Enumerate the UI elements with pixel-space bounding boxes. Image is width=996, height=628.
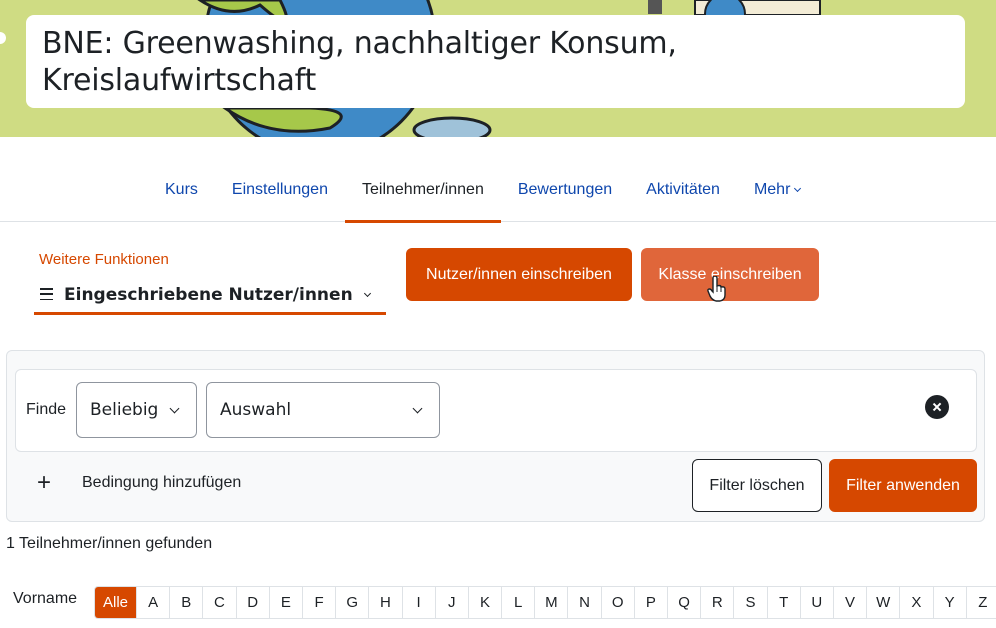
chevron-down-icon: [412, 403, 423, 414]
nav-item-label: Einstellungen: [231, 181, 328, 198]
filter-row: Finde Beliebig Auswahl: [15, 369, 977, 452]
initial-k[interactable]: K: [467, 587, 501, 618]
initial-a[interactable]: A: [136, 587, 169, 618]
initial-c[interactable]: C: [202, 587, 235, 618]
nav-item-label: Bewertungen: [517, 181, 613, 198]
nav-item-settings[interactable]: Einstellungen: [215, 167, 345, 222]
nav-item-label: Aktivitäten: [646, 181, 720, 198]
initial-d[interactable]: D: [235, 587, 269, 618]
initial-s[interactable]: S: [733, 587, 766, 618]
hand-pointer-icon: [707, 276, 726, 302]
chevron-down-icon: [169, 403, 180, 414]
nav-item-grades[interactable]: Bewertungen: [501, 167, 629, 222]
initial-l[interactable]: L: [501, 587, 534, 618]
initial-w[interactable]: W: [866, 587, 899, 618]
course-header-banner: BNE: Greenwashing, nachhaltiger Konsum, …: [0, 0, 996, 137]
match-type-select[interactable]: Beliebig: [76, 382, 197, 438]
initial-h[interactable]: H: [368, 587, 401, 618]
initials-bar-label: Vorname: [13, 590, 78, 607]
clear-filters-button[interactable]: Filter löschen: [692, 459, 822, 512]
course-title-box: BNE: Greenwashing, nachhaltiger Konsum, …: [26, 15, 965, 108]
chevron-down-icon: [794, 184, 802, 193]
nav-item-label: Mehr: [753, 181, 791, 198]
initial-y[interactable]: Y: [932, 587, 966, 618]
participants-page-select[interactable]: Eingeschriebene Nutzer/innen: [34, 280, 386, 315]
nav-item-course[interactable]: Kurs: [148, 167, 215, 222]
initial-q[interactable]: Q: [667, 587, 700, 618]
initial-i[interactable]: I: [401, 587, 435, 618]
nav-item-label: Teilnehmer/innen: [361, 181, 484, 198]
enrol-cohort-button[interactable]: Klasse einschreiben: [641, 248, 819, 301]
initial-v[interactable]: V: [832, 587, 866, 618]
initial-t[interactable]: T: [766, 587, 800, 618]
initial-b[interactable]: B: [169, 587, 202, 618]
menu-icon: [40, 288, 53, 300]
initial-u[interactable]: U: [799, 587, 833, 618]
page-title: BNE: Greenwashing, nachhaltiger Konsum, …: [42, 26, 677, 98]
initials-bar: Alle A B C D E F G H I J K L M N O P Q R S T U V W X Y Z: [94, 586, 996, 619]
remove-row-close-icon[interactable]: [925, 395, 949, 419]
chevron-down-icon: [363, 289, 371, 298]
participants-select-label: Eingeschriebene Nutzer/innen: [64, 285, 353, 305]
initial-z[interactable]: Z: [965, 587, 996, 618]
initial-j[interactable]: J: [434, 587, 468, 618]
enrol-users-button[interactable]: Nutzer/innen einschreiben: [406, 248, 632, 301]
nav-item-label: Kurs: [165, 181, 198, 198]
plus-icon: +: [37, 469, 52, 496]
filter-type-select[interactable]: Auswahl: [206, 382, 440, 438]
initial-g[interactable]: G: [335, 587, 368, 618]
add-condition-label: Bedingung hinzufügen: [82, 474, 242, 491]
filter-panel: Finde Beliebig Auswahl + Bedingung hinzu…: [6, 350, 985, 522]
add-condition-button[interactable]: + Bedingung hinzufügen: [37, 471, 241, 495]
initial-p[interactable]: P: [633, 587, 667, 618]
initial-n[interactable]: N: [567, 587, 600, 618]
filter-type-value: Auswahl: [220, 400, 292, 420]
initial-all[interactable]: Alle: [95, 587, 136, 618]
apply-filters-button[interactable]: Filter anwenden: [829, 459, 977, 512]
more-functions-label: Weitere Funktionen: [39, 251, 169, 268]
secondary-navigation: Kurs Einstellungen Teilnehmer/innen Bewe…: [0, 137, 996, 223]
participants-count: 1 Teilnehmer/innen gefunden: [6, 535, 213, 552]
initial-e[interactable]: E: [268, 587, 302, 618]
nav-item-participants[interactable]: Teilnehmer/innen: [344, 167, 501, 223]
initial-o[interactable]: O: [600, 587, 634, 618]
nav-item-activities[interactable]: Aktivitäten: [629, 167, 737, 222]
initial-r[interactable]: R: [700, 587, 733, 618]
initial-f[interactable]: F: [301, 587, 335, 618]
initial-m[interactable]: M: [534, 587, 567, 618]
nav-item-more[interactable]: Mehr: [737, 167, 817, 222]
find-label: Finde: [26, 401, 67, 418]
match-type-value: Beliebig: [90, 400, 159, 420]
initial-x[interactable]: X: [899, 587, 932, 618]
